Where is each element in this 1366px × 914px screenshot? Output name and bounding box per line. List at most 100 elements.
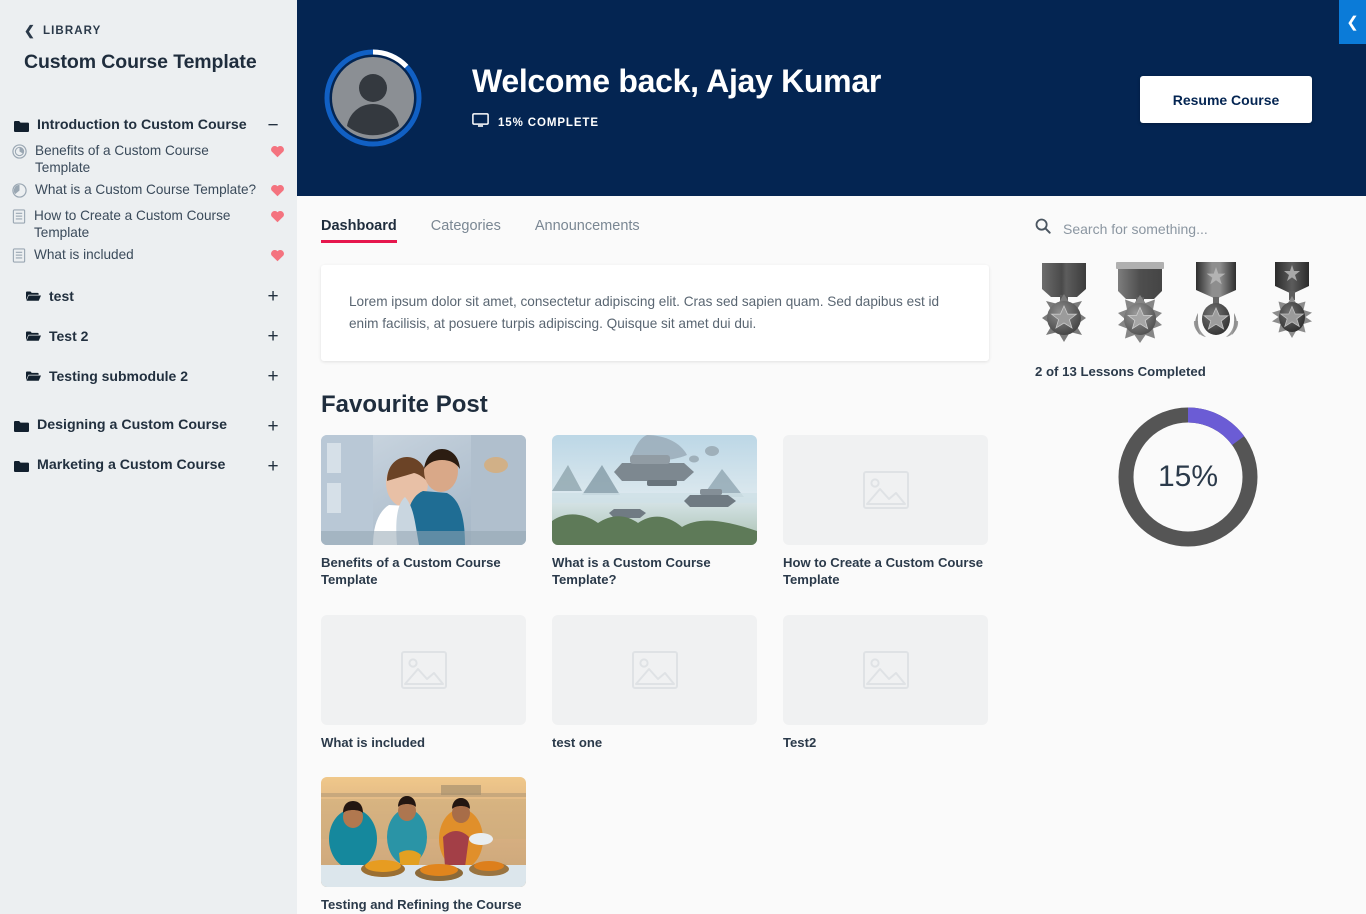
post-thumbnail-placeholder [783,435,988,545]
tab-announcements[interactable]: Announcements [535,218,640,243]
post-thumbnail-placeholder [783,615,988,725]
module-header-introduction[interactable]: Introduction to Custom Course − [0,112,297,140]
module-list: Introduction to Custom Course − Benefits… [0,112,297,480]
lesson-item[interactable]: What is a Custom Course Template? [0,179,297,205]
image-placeholder-icon [401,651,447,689]
post-card[interactable]: Testing and Refining the Course [321,777,526,913]
course-progress-row: 15% COMPLETE [472,113,881,133]
app-root: ❮ LIBRARY Custom Course Template Introdu… [0,0,1366,914]
hero-text-block: Welcome back, Ajay Kumar 15% COMPLETE [472,63,881,133]
folder-closed-icon [14,120,29,133]
post-thumbnail-placeholder [552,615,757,725]
spacer [0,350,297,362]
search-bar[interactable] [1033,218,1346,239]
favourite-post-grid: Benefits of a Custom Course Template [321,435,1015,913]
module-header-test[interactable]: test + [0,282,297,310]
lesson-item[interactable]: What is included [0,244,297,270]
module-header-testing-submodule-2[interactable]: Testing submodule 2 + [0,362,297,390]
medal-badge-1 [1035,261,1093,348]
folder-closed-icon [14,460,29,473]
module-label: Testing submodule 2 [49,368,263,386]
post-card[interactable]: Benefits of a Custom Course Template [321,435,526,589]
image-placeholder-icon [632,651,678,689]
post-card[interactable]: How to Create a Custom Course Template [783,435,988,589]
post-card-label: test one [552,734,757,751]
clock-circle-icon [12,183,27,198]
sidebar-course-title: Custom Course Template [0,37,297,74]
post-card-label: Benefits of a Custom Course Template [321,554,526,589]
post-card[interactable]: Test2 [783,615,988,751]
folder-open-icon [26,370,41,382]
resume-course-button[interactable]: Resume Course [1140,76,1312,123]
progress-ring-wrapper: 15% [1033,404,1343,550]
module-expand-toggle[interactable]: + [263,288,283,305]
module-header-marketing[interactable]: Marketing a Custom Course + [0,452,297,480]
favourite-heart-icon[interactable] [270,144,285,163]
sidebar-collapse-toggle[interactable]: ❮ [1339,0,1366,44]
lesson-label: What is included [34,247,270,264]
lesson-label: What is a Custom Course Template? [35,182,270,199]
main-region: Welcome back, Ajay Kumar 15% COMPLETE Re… [297,0,1366,914]
module-header-designing[interactable]: Designing a Custom Course + [0,412,297,440]
tab-dashboard[interactable]: Dashboard [321,218,397,243]
spacer [0,440,297,452]
achievements-column: 2 of 13 Lessons Completed 15% [1013,196,1366,914]
folder-open-icon [26,330,41,342]
lesson-item[interactable]: Benefits of a Custom Course Template [0,140,297,179]
post-thumbnail-women-field [321,777,526,887]
content-area: Dashboard Categories Announcements Lorem… [297,196,1366,914]
course-description-text: Lorem ipsum dolor sit amet, consectetur … [349,291,961,335]
post-card[interactable]: test one [552,615,757,751]
module-collapse-toggle[interactable]: − [263,117,283,134]
module-label: Designing a Custom Course [37,417,263,435]
favourite-heart-icon[interactable] [270,248,285,267]
post-thumbnail-spaceships [552,435,757,545]
progress-circle-icon [12,144,27,159]
spacer [0,390,297,412]
favourite-heart-icon[interactable] [270,209,285,228]
medal-badge-2 [1111,261,1169,348]
progress-ring: 15% [1115,404,1261,550]
chevron-left-icon: ❮ [24,24,36,37]
post-card-label: Test2 [783,734,988,751]
avatar [322,47,424,149]
lessons-completed-label: 2 of 13 Lessons Completed [1033,364,1346,379]
monitor-icon [472,113,489,133]
module-expand-toggle[interactable]: + [263,368,283,385]
module-expand-toggle[interactable]: + [263,458,283,475]
course-description-card: Lorem ipsum dolor sit amet, consectetur … [321,265,989,361]
dashboard-tabs: Dashboard Categories Announcements [321,218,1013,243]
welcome-heading: Welcome back, Ajay Kumar [472,63,881,100]
back-to-library-link[interactable]: ❮ LIBRARY [0,18,297,37]
tab-categories[interactable]: Categories [431,218,501,243]
favourite-heart-icon[interactable] [270,183,285,202]
course-hero-banner: Welcome back, Ajay Kumar 15% COMPLETE Re… [297,0,1366,196]
favourite-post-heading: Favourite Post [321,391,1013,419]
image-placeholder-icon [863,651,909,689]
search-input[interactable] [1063,221,1313,237]
post-thumbnail-placeholder [321,615,526,725]
lesson-item[interactable]: How to Create a Custom Course Template [0,205,297,244]
module-label: test [49,288,263,306]
post-card-label: Testing and Refining the Course [321,896,526,913]
progress-ring-label: 15% [1115,404,1261,550]
post-card[interactable]: What is included [321,615,526,751]
user-avatar-icon [322,47,424,149]
post-card-label: What is included [321,734,526,751]
module-label: Marketing a Custom Course [37,457,263,475]
chevron-left-icon: ❮ [1346,13,1359,31]
module-header-test-2[interactable]: Test 2 + [0,322,297,350]
course-sidebar: ❮ LIBRARY Custom Course Template Introdu… [0,0,297,914]
image-placeholder-icon [863,471,909,509]
module-label: Test 2 [49,328,263,346]
document-icon [12,209,26,224]
post-card[interactable]: What is a Custom Course Template? [552,435,757,589]
spacer [0,310,297,322]
progress-percent-label: 15% COMPLETE [498,117,599,129]
module-expand-toggle[interactable]: + [263,328,283,345]
spacer [0,270,297,282]
post-thumbnail-couple-street [321,435,526,545]
document-icon [12,248,26,263]
module-expand-toggle[interactable]: + [263,418,283,435]
back-to-library-label: LIBRARY [43,25,101,37]
